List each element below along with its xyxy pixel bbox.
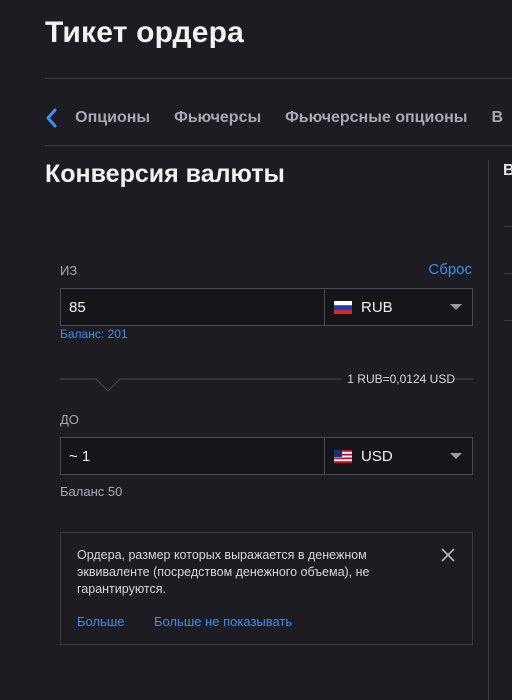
tab-truncated[interactable]: В xyxy=(491,109,503,127)
from-currency-code: RUB xyxy=(361,298,393,316)
divider xyxy=(45,78,512,79)
russia-flag-icon xyxy=(334,300,352,314)
exchange-rate: 1 RUB=0,0124 USD xyxy=(341,372,455,386)
tab-bar: Опционы Фьючерсы Фьючерсные опционы В xyxy=(45,98,512,138)
chevron-left-icon[interactable] xyxy=(45,98,59,138)
tab-futures[interactable]: Фьючерсы xyxy=(174,109,261,127)
more-link[interactable]: Больше xyxy=(77,614,125,629)
right-column-divider xyxy=(504,273,512,274)
from-field: RUB xyxy=(60,288,473,326)
notice-text: Ордера, размер которых выражается в дене… xyxy=(77,548,370,596)
tab-options[interactable]: Опционы xyxy=(75,109,150,127)
page-title: Тикет ордера xyxy=(45,16,244,49)
rate-divider: 1 RUB=0,0124 USD xyxy=(60,370,473,394)
to-currency-code: USD xyxy=(361,447,393,465)
to-currency-select[interactable]: USD xyxy=(325,438,472,474)
from-currency-select[interactable]: RUB xyxy=(325,289,472,325)
caret-down-icon xyxy=(450,453,462,459)
from-balance: Баланс: 201 xyxy=(60,327,128,341)
tab-futures-options[interactable]: Фьючерсные опционы xyxy=(285,109,467,127)
right-column-border xyxy=(488,160,489,700)
right-column-heading: В xyxy=(503,162,512,179)
to-field: USD xyxy=(60,437,473,475)
close-icon[interactable] xyxy=(440,547,456,563)
to-balance: Баланс 50 xyxy=(60,484,123,499)
to-amount-input[interactable] xyxy=(61,438,325,474)
from-label: ИЗ xyxy=(60,263,78,278)
right-column-divider xyxy=(504,226,512,227)
notice-box: Ордера, размер которых выражается в дене… xyxy=(60,532,473,645)
tabs-divider xyxy=(45,145,512,146)
usa-flag-icon xyxy=(334,449,352,463)
dont-show-again-link[interactable]: Больше не показывать xyxy=(154,614,292,629)
reset-link[interactable]: Сброс xyxy=(428,261,472,278)
caret-down-icon xyxy=(450,304,462,310)
to-label: ДО xyxy=(60,412,79,427)
right-column-divider xyxy=(504,320,512,321)
from-amount-input[interactable] xyxy=(61,289,325,325)
section-title: Конверсия валюты xyxy=(45,160,285,188)
